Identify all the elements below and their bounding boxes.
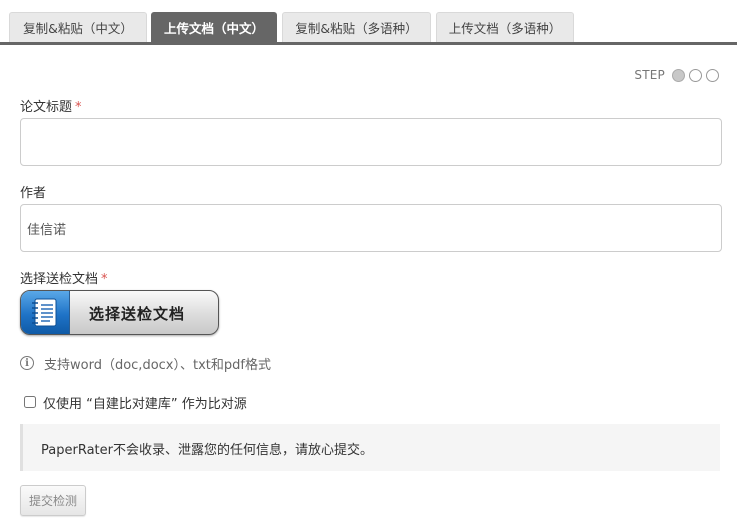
tab-paste-multilingual[interactable]: 复制&粘贴（多语种）	[282, 12, 431, 43]
privacy-notice-text: PaperRater不会收录、泄露您的任何信息，请放心提交。	[41, 443, 373, 458]
select-file-button-label: 选择送检文档	[89, 305, 186, 323]
step-dot-2	[689, 68, 702, 82]
tab-upload-multilingual[interactable]: 上传文档（多语种）	[436, 12, 574, 43]
required-mark: *	[101, 272, 108, 287]
tab-underline	[0, 42, 737, 45]
tab-upload-chinese[interactable]: 上传文档（中文）	[151, 12, 277, 43]
submit-button[interactable]: 提交检测	[20, 485, 86, 516]
tab-bar: 复制&粘贴（中文） 上传文档（中文） 复制&粘贴（多语种） 上传文档（多语种）	[0, 12, 737, 44]
title-input[interactable]	[20, 118, 722, 166]
privacy-notice: PaperRater不会收录、泄露您的任何信息，请放心提交。	[20, 424, 720, 471]
format-hint: i 支持word（doc,docx）、txt和pdf格式	[20, 354, 271, 373]
step-indicator: STEP	[634, 67, 719, 83]
step-label: STEP	[634, 68, 665, 82]
custom-library-checkbox[interactable]	[24, 396, 36, 408]
step-dot-3	[706, 68, 719, 82]
select-file-button[interactable]: 选择送检文档	[20, 290, 219, 335]
author-input[interactable]	[20, 204, 722, 252]
file-label: 选择送检文档 *	[20, 272, 108, 287]
title-label: 论文标题 *	[20, 100, 82, 115]
required-mark: *	[75, 100, 82, 115]
step-dot-1	[672, 68, 685, 82]
document-icon	[21, 291, 70, 334]
info-icon: i	[20, 356, 34, 370]
tab-paste-chinese[interactable]: 复制&粘贴（中文）	[9, 12, 147, 43]
custom-library-option[interactable]: 仅使用 “自建比对建库” 作为比对源	[24, 393, 247, 412]
author-label: 作者	[20, 186, 47, 201]
format-hint-text: 支持word（doc,docx）、txt和pdf格式	[44, 357, 271, 373]
custom-library-checkbox-label: 仅使用 “自建比对建库” 作为比对源	[43, 396, 247, 412]
